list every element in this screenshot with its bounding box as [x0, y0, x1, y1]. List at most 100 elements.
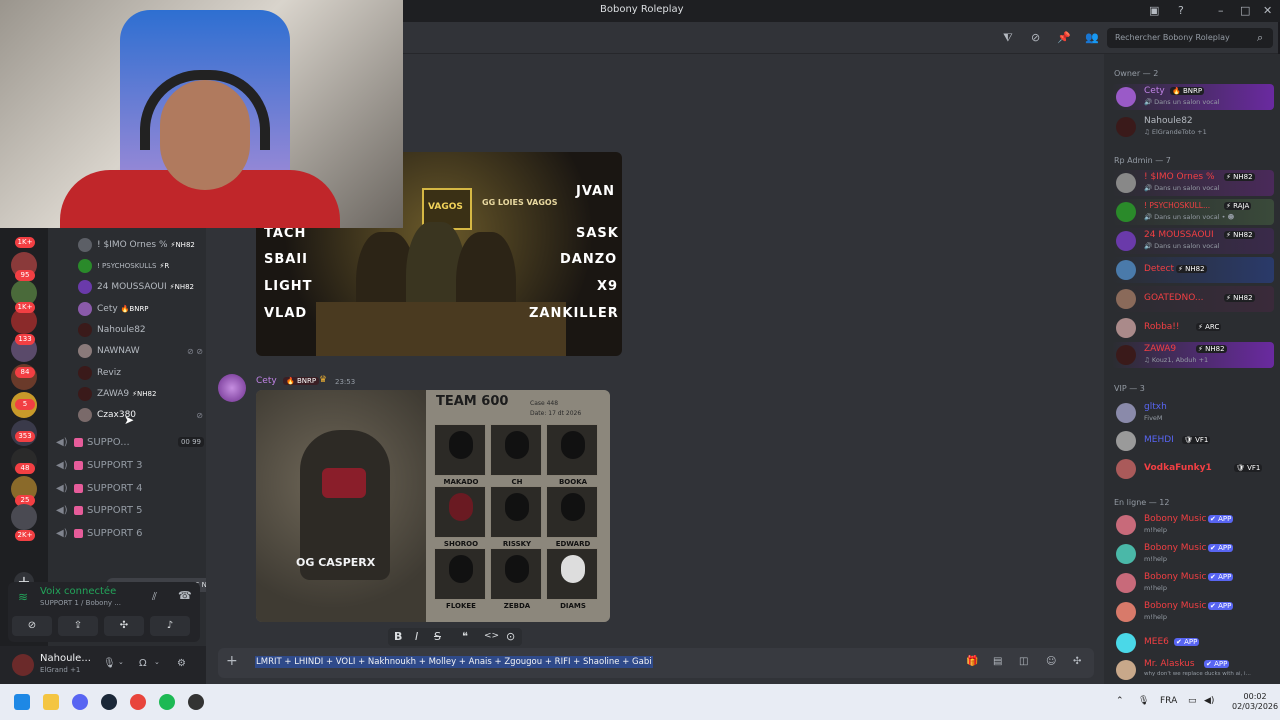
member-item[interactable]: Cety 🔥 BNRP 🔊 Dans un salon vocal — [1112, 84, 1274, 110]
app-icon[interactable] — [188, 694, 204, 710]
voice-channel[interactable]: ◀) SUPPORT 4 — [56, 478, 204, 498]
chevron-down-icon[interactable]: ⌄ — [154, 658, 160, 666]
voice-channel[interactable]: ◀) SUPPORT 3 — [56, 455, 204, 475]
language-indicator[interactable]: FRA — [1160, 696, 1177, 706]
image-slogan: GG LOIES VAGOS — [482, 198, 558, 207]
chevron-down-icon[interactable]: ⌄ — [118, 658, 124, 666]
avatar[interactable] — [12, 654, 34, 676]
member-item[interactable]: ZAWA9 ⚡ NH82 ♫ Kouz1, Abduh +1 — [1112, 342, 1274, 368]
member-item[interactable]: MEE6 ✔ APP — [1112, 630, 1274, 656]
network-icon[interactable]: ▭ — [1188, 696, 1197, 706]
voice-channel[interactable]: ◀) SUPPORT 6 — [56, 523, 204, 543]
volume-icon[interactable]: ◀) — [1204, 696, 1214, 706]
add-attachment-icon[interactable]: + — [226, 653, 238, 669]
message-image[interactable]: OG CASPERX TEAM 600 Case 448 Date: 17 dt… — [256, 390, 610, 622]
strikethrough-button[interactable]: S — [434, 630, 441, 643]
headphones-icon[interactable]: Ω — [139, 658, 147, 669]
voice-user[interactable]: Reviz — [78, 364, 203, 382]
member-item[interactable]: MEHDI 🛡 VF1 — [1112, 428, 1274, 454]
channel-user-count: 00 99 — [177, 437, 204, 447]
code-button[interactable]: <> — [484, 631, 499, 641]
image-text: JVAN — [576, 184, 615, 199]
emoji-icon[interactable]: ☺ — [1046, 656, 1056, 667]
avatar — [1116, 403, 1136, 423]
search-input[interactable]: Rechercher Bobony Roleplay — [1107, 28, 1273, 48]
voice-channel[interactable]: ◀) SUPPORT 5 — [56, 500, 204, 520]
threads-icon[interactable]: ⧨ — [1003, 31, 1013, 45]
gif-icon[interactable]: ▤ — [993, 656, 1002, 667]
voice-status: Voix connectée — [40, 586, 117, 597]
italic-button[interactable]: I — [415, 630, 418, 643]
message-author[interactable]: Cety — [256, 376, 277, 386]
disconnect-icon[interactable]: ☎ — [178, 589, 192, 602]
channel-name: SUPPO... — [87, 436, 130, 448]
image-title: TEAM 600 — [436, 394, 509, 409]
member-item[interactable]: Robba!! ⚡ ARC — [1112, 315, 1274, 341]
maximize-icon[interactable]: □ — [1240, 4, 1250, 17]
start-icon[interactable] — [14, 694, 30, 710]
member-item[interactable]: Bobony Music ✔ APP m!help — [1112, 570, 1274, 596]
spoiler-button[interactable]: ⊙ — [506, 630, 515, 643]
file-explorer-icon[interactable] — [43, 694, 59, 710]
member-item[interactable]: Nahoule82 ♫ ElGrandeToto +1 — [1112, 114, 1274, 140]
inbox-icon[interactable]: ▣ — [1149, 4, 1159, 17]
camera-button[interactable]: ⊘ — [12, 616, 52, 636]
clock[interactable]: 00:02 02/03/2026 — [1232, 692, 1278, 712]
member-item[interactable]: VodkaFunky1 🛡 VF1 — [1112, 456, 1274, 482]
settings-gear-icon[interactable]: ⚙ — [177, 658, 186, 669]
member-item[interactable]: Bobony Music ✔ APP m!help — [1112, 512, 1274, 538]
voice-user[interactable]: 24 MOUSSAOUI ⚡NH82 — [78, 278, 203, 296]
voice-channel[interactable]: ◀) SUPPO... 00 99 — [56, 432, 204, 452]
member-item[interactable]: ! PSYCHOSKULL... ⚡ RAJA 🔊 Dans un salon vo… — [1112, 199, 1274, 225]
suspect-card: DIAMS — [546, 548, 598, 610]
member-item[interactable]: 24 MOUSSAOUI ⚡ NH82 🔊 Dans un salon vocal — [1112, 228, 1274, 254]
close-icon[interactable]: ✕ — [1263, 4, 1272, 17]
chevron-up-icon[interactable]: ⌃ — [1116, 696, 1124, 706]
microphone-icon[interactable]: 🎙 — [1138, 696, 1149, 706]
voice-user[interactable]: NAWNAW ⊘ ⊘ — [78, 342, 203, 360]
avatar[interactable] — [218, 374, 246, 402]
voice-user[interactable]: Cety 🔥BNRP — [78, 300, 203, 318]
microphone-icon[interactable]: 🎙 — [103, 658, 116, 669]
member-item[interactable]: GOATEDNO... ⚡ NH82 — [1112, 286, 1274, 312]
steam-icon[interactable] — [101, 694, 117, 710]
message-composer[interactable]: + LMRIT + LHINDI + VOLI + Nakhnoukh + Mo… — [218, 648, 1094, 678]
member-list-icon[interactable]: 👥 — [1085, 31, 1099, 44]
member-item[interactable]: ! $IMO Ornes % ⚡ NH82 🔊 Dans un salon voca… — [1112, 170, 1274, 196]
soundboard-button[interactable]: ♪ — [150, 616, 190, 636]
bold-button[interactable]: B — [394, 630, 402, 643]
member-item[interactable]: gltxh FiveM — [1112, 400, 1274, 426]
avatar — [1116, 660, 1136, 680]
member-item[interactable]: Bobony Music ✔ APP m!help — [1112, 599, 1274, 625]
minimize-icon[interactable]: – — [1218, 4, 1224, 17]
member-group-owner: Owner — 2 — [1114, 69, 1159, 78]
member-item[interactable]: Detect ⚡ NH82 — [1112, 257, 1274, 283]
quote-button[interactable]: ❝ — [462, 630, 468, 643]
voice-user[interactable]: Czax380 ⊘ — [78, 406, 203, 424]
voice-connection-panel: ≋ Voix connectée SUPPORT 1 / Bobony ... … — [8, 582, 200, 642]
voice-user[interactable]: ! $IMO Ornes % ⚡NH82 — [78, 236, 203, 254]
apps-icon[interactable]: ✣ — [1073, 656, 1081, 667]
help-icon[interactable]: ? — [1178, 4, 1184, 17]
screen-share-button[interactable]: ⇪ — [58, 616, 98, 636]
notification-muted-icon[interactable]: ⊘ — [1031, 31, 1040, 44]
avatar — [78, 344, 92, 358]
chrome-icon[interactable] — [130, 694, 146, 710]
member-item[interactable]: Bobony Music ✔ APP m!help — [1112, 541, 1274, 567]
gift-icon[interactable]: 🎁 — [966, 656, 978, 667]
server-icon[interactable] — [11, 504, 37, 530]
noise-suppression-icon[interactable]: ⫽ — [152, 590, 157, 604]
voice-user[interactable]: Nahoule82 — [78, 321, 203, 339]
member-item[interactable]: Mr. Alaskus ✔ APP why don't we replace duc… — [1112, 657, 1274, 683]
voice-user-tag: 🔥BNRP — [120, 305, 149, 313]
voice-channel-name[interactable]: SUPPORT 1 / Bobony ... — [40, 599, 121, 607]
voice-user[interactable]: ZAWA9 ⚡NH82 — [78, 385, 203, 403]
sticker-icon[interactable]: ◫ — [1019, 656, 1028, 667]
pin-icon[interactable]: 📌 — [1057, 31, 1071, 44]
image-text: VLAD — [264, 306, 308, 321]
spotify-icon[interactable] — [159, 694, 175, 710]
discord-icon[interactable] — [72, 694, 88, 710]
voice-user[interactable]: ! PSYCHOSKULLS ⚡R — [78, 257, 203, 275]
message-input[interactable]: LMRIT + LHINDI + VOLI + Nakhnoukh + Moll… — [255, 656, 653, 668]
activities-button[interactable]: ✣ — [104, 616, 144, 636]
